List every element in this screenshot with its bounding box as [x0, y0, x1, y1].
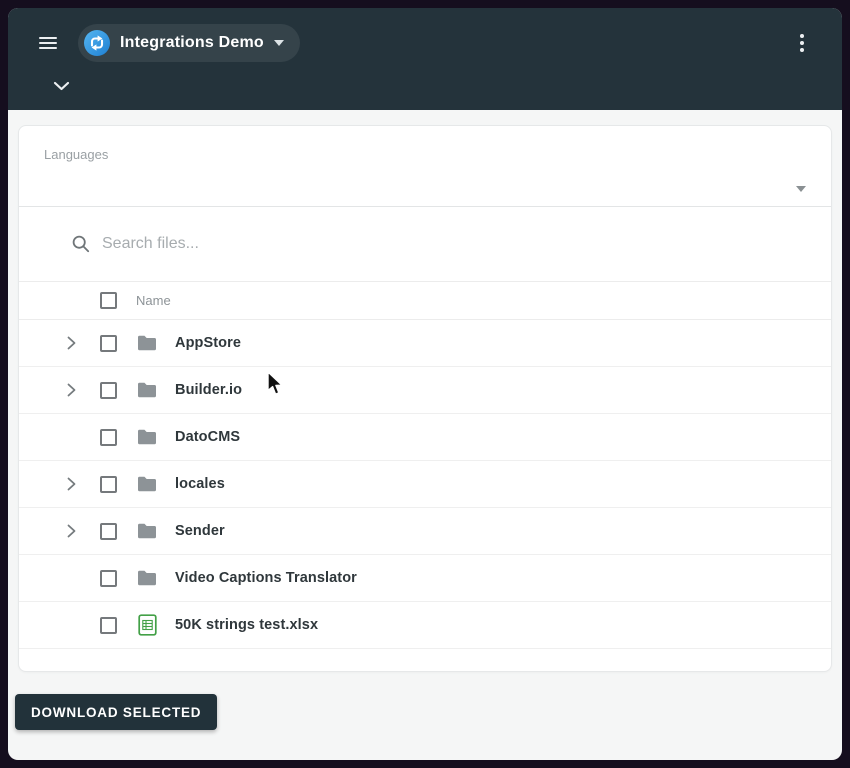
languages-label: Languages: [44, 147, 806, 162]
folder-icon: [136, 334, 158, 352]
table-row[interactable]: Builder.io: [19, 367, 831, 414]
more-options-button[interactable]: [782, 23, 822, 63]
folder-icon: [136, 381, 158, 399]
row-checkbox[interactable]: [100, 570, 117, 587]
dropdown-caret-icon: [796, 186, 806, 192]
chevron-down-icon: [53, 81, 70, 91]
row-checkbox[interactable]: [100, 523, 117, 540]
select-all-checkbox[interactable]: [100, 292, 117, 309]
expand-chevron-icon[interactable]: [63, 336, 79, 350]
app-window: Integrations Demo Languages: [8, 8, 842, 760]
row-label[interactable]: Video Captions Translator: [175, 570, 357, 586]
row-checkbox[interactable]: [100, 382, 117, 399]
languages-field: Languages: [19, 126, 831, 207]
table-row[interactable]: DatoCMS: [19, 414, 831, 461]
row-label[interactable]: Sender: [175, 523, 225, 539]
hamburger-icon: [39, 37, 57, 49]
search-bar: [19, 207, 831, 282]
download-selected-button[interactable]: DOWNLOAD SELECTED: [15, 694, 217, 730]
table-row[interactable]: Sender: [19, 508, 831, 555]
expand-chevron-icon[interactable]: [63, 383, 79, 397]
file-browser-card: Languages Name: [18, 125, 832, 672]
table-row[interactable]: Video Captions Translator: [19, 555, 831, 602]
collapse-button[interactable]: [44, 69, 78, 103]
folder-icon: [136, 522, 158, 540]
row-checkbox[interactable]: [100, 335, 117, 352]
project-title: Integrations Demo: [120, 34, 264, 52]
row-checkbox[interactable]: [100, 476, 117, 493]
search-icon: [71, 234, 91, 254]
chevron-down-icon: [274, 40, 284, 46]
name-column-header: Name: [136, 293, 171, 308]
table-row[interactable]: locales: [19, 461, 831, 508]
menu-button[interactable]: [28, 23, 68, 63]
row-checkbox[interactable]: [100, 617, 117, 634]
row-label[interactable]: AppStore: [175, 335, 241, 351]
folder-icon: [136, 475, 158, 493]
table-header-row: Name: [19, 282, 831, 320]
row-label[interactable]: locales: [175, 476, 225, 492]
kebab-menu-icon: [800, 34, 804, 52]
row-checkbox[interactable]: [100, 429, 117, 446]
table-row[interactable]: AppStore: [19, 320, 831, 367]
row-label[interactable]: Builder.io: [175, 382, 242, 398]
folder-icon: [136, 569, 158, 587]
app-header: Integrations Demo: [8, 8, 842, 110]
table-row[interactable]: 50K strings test.xlsx: [19, 602, 831, 649]
project-selector[interactable]: Integrations Demo: [78, 24, 300, 62]
languages-select[interactable]: [44, 162, 806, 206]
folder-icon: [136, 428, 158, 446]
row-label[interactable]: DatoCMS: [175, 429, 240, 445]
expand-chevron-icon[interactable]: [63, 477, 79, 491]
footer-actions: DOWNLOAD SELECTED: [8, 672, 842, 730]
row-label[interactable]: 50K strings test.xlsx: [175, 617, 318, 633]
main-content: Languages Name: [8, 110, 842, 672]
sync-arrows-logo-icon: [84, 30, 110, 56]
expand-chevron-icon[interactable]: [63, 524, 79, 538]
search-input[interactable]: [102, 235, 702, 253]
spreadsheet-icon: [136, 614, 158, 636]
